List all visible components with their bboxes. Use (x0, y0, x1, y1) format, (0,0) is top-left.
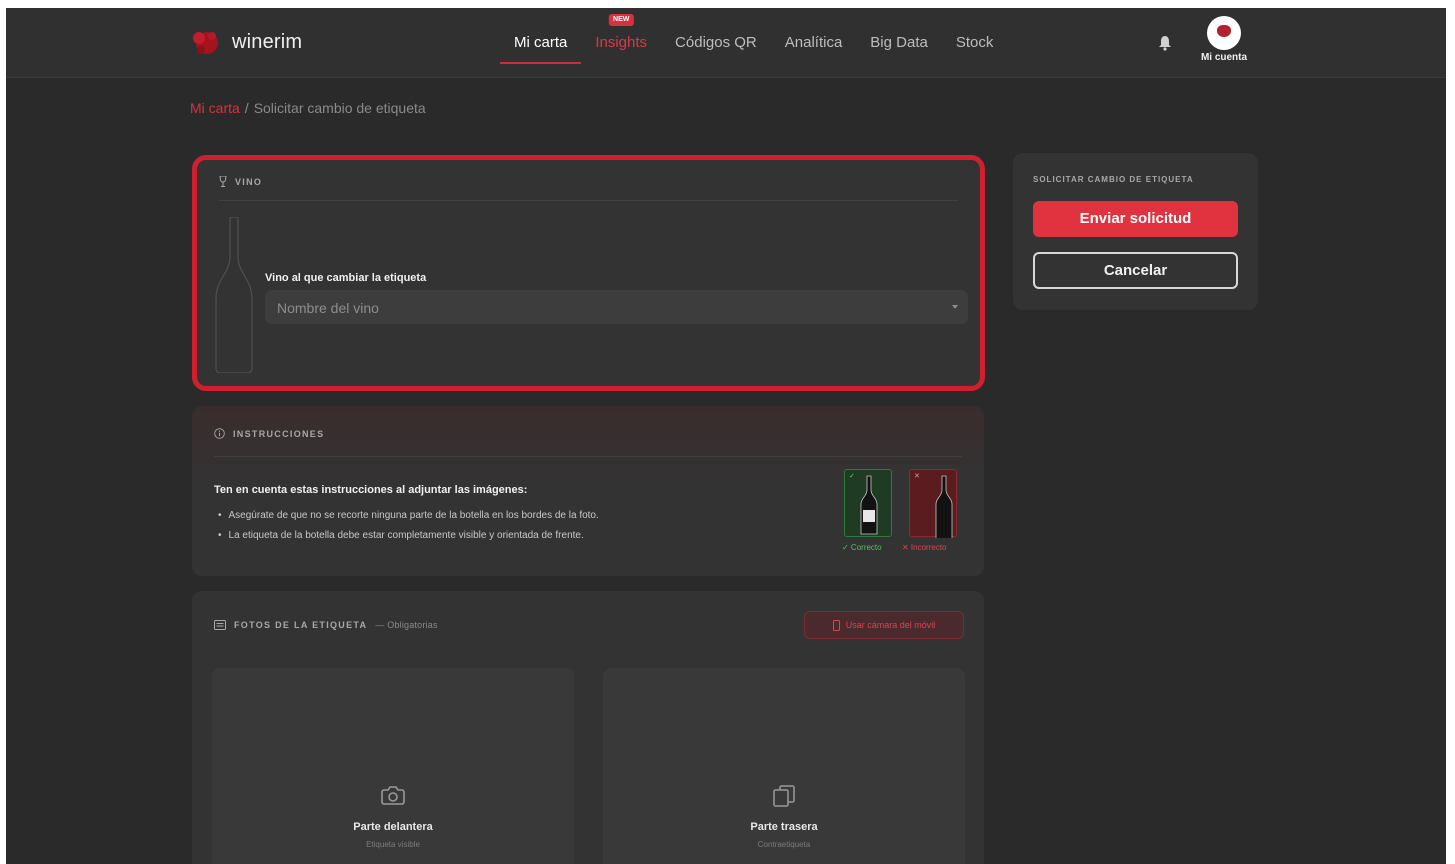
caret-down-icon (952, 305, 958, 309)
back-photo-subtitle: Contraetiqueta (757, 840, 811, 849)
cancel-button[interactable]: Cancelar (1033, 252, 1238, 289)
account-label: Mi cuenta (1200, 52, 1248, 63)
nav-analitica-label: Analítica (784, 34, 843, 51)
nav-stock[interactable]: Stock (942, 8, 1008, 78)
breadcrumb: Mi carta / Solicitar cambio de etiqueta (190, 100, 426, 116)
correct-example-image: ✓ (844, 469, 892, 537)
app-window: winerim Mi carta NEW Insights Códigos QR… (6, 8, 1446, 864)
brand-logo[interactable]: winerim (190, 26, 302, 58)
wine-field-label: Vino al que cambiar la etiqueta (265, 272, 427, 284)
back-photo-title: Parte trasera (750, 821, 818, 833)
instrucciones-section-label: INSTRUCCIONES (233, 428, 325, 439)
front-photo-dropzone[interactable]: Parte delantera Etiqueta visible (212, 668, 574, 864)
bottle-icon (935, 475, 953, 538)
nav-insights[interactable]: NEW Insights (581, 8, 661, 78)
use-mobile-camera-button[interactable]: Usar cámara del móvil (804, 611, 964, 639)
incorrect-example-label: ✕ Incorrecto (902, 543, 947, 552)
back-photo-dropzone[interactable]: Parte trasera Contraetiqueta (603, 668, 965, 864)
request-sidebar: SOLICITAR CAMBIO DE ETIQUETA Enviar soli… (1013, 153, 1258, 310)
top-navigation-bar: winerim Mi carta NEW Insights Códigos QR… (6, 8, 1446, 78)
breadcrumb-current: Solicitar cambio de etiqueta (253, 100, 426, 116)
nav-big-data[interactable]: Big Data (856, 8, 942, 78)
vino-card: VINO Vino al que cambiar la etiqueta Nom… (192, 155, 985, 391)
nav-mi-carta[interactable]: Mi carta (500, 8, 582, 78)
section-divider (219, 200, 958, 201)
mandatory-note: — Obligatorias (375, 620, 438, 630)
wine-glass-icon (219, 176, 227, 187)
bottle-outline-icon (215, 217, 253, 373)
instrucciones-card: INSTRUCCIONES Ten en cuenta estas instru… (192, 406, 984, 576)
front-photo-subtitle: Etiqueta visible (366, 840, 420, 849)
instructions-lead: Ten en cuenta estas instrucciones al adj… (214, 484, 528, 496)
copy-pages-icon (773, 785, 795, 807)
avatar (1207, 16, 1241, 50)
nav-stock-label: Stock (955, 34, 994, 51)
wine-select[interactable]: Nombre del vino (265, 290, 968, 324)
nav-mi-carta-label: Mi carta (514, 34, 568, 51)
breadcrumb-separator: / (244, 100, 249, 116)
sidebar-title: SOLICITAR CAMBIO DE ETIQUETA (1033, 175, 1194, 184)
bell-icon[interactable] (1158, 35, 1172, 51)
wine-stain-logo-icon (193, 32, 218, 54)
incorrect-example-image: ✕ (909, 469, 957, 538)
instructions-list: Asegúrate de que no se recorte ninguna p… (218, 506, 599, 546)
vino-section-title: VINO (219, 176, 262, 187)
nav-codigos-qr[interactable]: Códigos QR (661, 8, 771, 78)
instruction-item: La etiqueta de la botella debe estar com… (218, 526, 599, 546)
correct-example-label: ✓ Correcto (842, 543, 882, 552)
camera-button-label: Usar cámara del móvil (845, 620, 936, 630)
front-photo-title: Parte delantera (353, 821, 433, 833)
info-icon (214, 428, 225, 439)
breadcrumb-link-mi-carta[interactable]: Mi carta (190, 100, 240, 116)
mobile-phone-icon (832, 619, 840, 631)
vino-section-label: VINO (235, 176, 263, 187)
instrucciones-section-title: INSTRUCCIONES (214, 428, 324, 439)
image-icon (214, 620, 226, 630)
avatar-logo-icon (1217, 25, 1231, 37)
brand-name: winerim (232, 30, 303, 53)
bottle-icon (860, 475, 878, 535)
wine-select-placeholder: Nombre del vino (277, 300, 379, 316)
camera-icon (381, 786, 405, 805)
fotos-section-title: FOTOS DE LA ETIQUETA — Obligatorias (214, 620, 438, 630)
submit-request-button[interactable]: Enviar solicitud (1033, 201, 1238, 237)
nav-big-data-label: Big Data (870, 34, 928, 51)
main-nav: Mi carta NEW Insights Códigos QR Analíti… (500, 8, 1007, 78)
instruction-item: Asegúrate de que no se recorte ninguna p… (218, 506, 599, 526)
nav-analitica[interactable]: Analítica (771, 8, 857, 78)
nav-insights-label: Insights (595, 34, 648, 51)
fotos-card: FOTOS DE LA ETIQUETA — Obligatorias Usar… (192, 591, 984, 864)
fotos-section-label: FOTOS DE LA ETIQUETA (234, 620, 368, 630)
section-divider (214, 456, 962, 457)
nav-codigos-qr-label: Códigos QR (675, 34, 757, 51)
new-badge: NEW (609, 14, 634, 26)
account-menu[interactable]: Mi cuenta (1194, 16, 1254, 63)
